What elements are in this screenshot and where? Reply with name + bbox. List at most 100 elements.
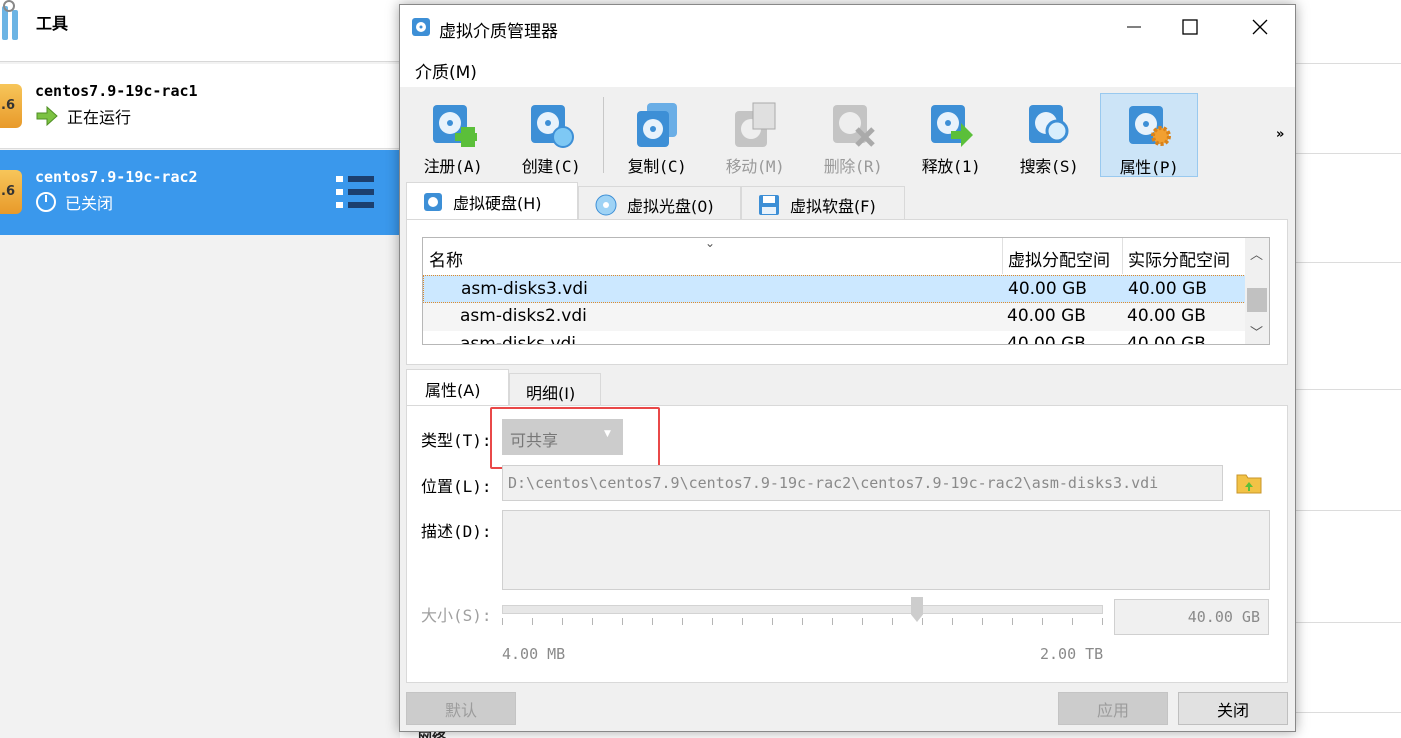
slider-tick bbox=[1072, 618, 1073, 625]
close-button[interactable]: 关闭 bbox=[1178, 692, 1288, 725]
disk-actual-size: 40.00 GB bbox=[1127, 334, 1206, 345]
slider-tick bbox=[862, 618, 863, 625]
disk-name: asm-disks3.vdi bbox=[461, 279, 588, 299]
type-label: 类型(T): bbox=[421, 431, 492, 450]
tab-label: 明细(I) bbox=[526, 383, 576, 403]
tab-floppy-disks[interactable]: 虚拟软盘(F) bbox=[741, 186, 905, 222]
copy-button[interactable]: 复制(C) bbox=[612, 93, 702, 177]
virtual-media-manager-dialog: 虚拟介质管理器 介质(M) 注册(A) 创建(C) 复制(C) 移动(M) 删除… bbox=[399, 4, 1296, 732]
slider-tick bbox=[1042, 618, 1043, 625]
slider-tick bbox=[982, 618, 983, 625]
location-field[interactable]: D:\centos\centos7.9\centos7.9-19c-rac2\c… bbox=[502, 465, 1223, 501]
create-label: 创建(C) bbox=[521, 157, 581, 176]
slider-tick bbox=[592, 618, 593, 625]
os-badge-icon: .6 bbox=[0, 84, 22, 128]
copy-disk-icon bbox=[637, 103, 677, 147]
search-button[interactable]: 搜索(S) bbox=[1004, 93, 1094, 177]
annotation-highlight-box bbox=[490, 407, 660, 469]
disk-virtual-size: 40.00 GB bbox=[1007, 306, 1086, 326]
reset-button[interactable]: 默认 bbox=[406, 692, 516, 725]
menu-bar: 介质(M) bbox=[400, 49, 1295, 87]
create-button[interactable]: 创建(C) bbox=[506, 93, 596, 177]
maximize-button[interactable] bbox=[1166, 5, 1214, 49]
size-field[interactable]: 40.00 GB bbox=[1114, 599, 1269, 635]
column-virtual-size[interactable]: 虚拟分配空间 bbox=[1002, 238, 1121, 274]
properties-label: 属性(P) bbox=[1119, 158, 1179, 177]
size-label: 大小(S): bbox=[421, 606, 492, 625]
vm-item-rac2[interactable]: .6 centos7.9-19c-rac2 已关闭 bbox=[0, 150, 400, 235]
toolbar-overflow-icon[interactable]: » bbox=[1276, 127, 1284, 142]
delete-disk-icon bbox=[833, 105, 875, 147]
release-label: 释放(1) bbox=[921, 157, 981, 176]
table-row[interactable]: asm-disks3.vdi 40.00 GB 40.00 GB bbox=[423, 275, 1246, 303]
os-badge-icon: .6 bbox=[0, 170, 22, 214]
copy-label: 复制(C) bbox=[627, 157, 687, 176]
vm-name: centos7.9-19c-rac1 bbox=[35, 82, 198, 100]
tools-label: 工具 bbox=[36, 14, 69, 33]
search-label: 搜索(S) bbox=[1019, 157, 1079, 176]
create-disk-icon bbox=[531, 105, 574, 148]
apply-button[interactable]: 应用 bbox=[1058, 692, 1168, 725]
vm-status-text: 正在运行 bbox=[67, 108, 132, 127]
description-field[interactable] bbox=[502, 510, 1270, 590]
properties-disk-icon bbox=[1129, 106, 1171, 146]
power-off-icon bbox=[36, 192, 56, 212]
tab-hard-disks[interactable]: 虚拟硬盘(H) bbox=[406, 182, 578, 220]
menu-media[interactable]: 介质(M) bbox=[415, 58, 477, 83]
size-slider-track[interactable] bbox=[502, 605, 1103, 614]
minimize-icon bbox=[1127, 26, 1141, 28]
dialog-title: 虚拟介质管理器 bbox=[439, 22, 558, 42]
register-button[interactable]: 注册(A) bbox=[408, 93, 498, 177]
tab-properties[interactable]: 属性(A) bbox=[406, 369, 509, 407]
slider-tick bbox=[772, 618, 773, 625]
size-slider-ticks bbox=[502, 618, 1103, 626]
list-scrollbar[interactable]: ︿ ﹀ bbox=[1245, 238, 1269, 344]
slider-tick bbox=[742, 618, 743, 625]
minimize-button[interactable] bbox=[1110, 5, 1158, 49]
slider-tick bbox=[622, 618, 623, 625]
tab-label: 虚拟软盘(F) bbox=[790, 196, 876, 216]
disk-actual-size: 40.00 GB bbox=[1127, 306, 1206, 326]
vm-menu-icon[interactable] bbox=[336, 174, 374, 210]
vm-status: 已关闭 bbox=[35, 190, 113, 214]
disk-actual-size: 40.00 GB bbox=[1128, 279, 1207, 299]
delete-button[interactable]: 删除(R) bbox=[808, 93, 898, 177]
move-label: 移动(M) bbox=[725, 157, 785, 176]
column-name[interactable]: 名称 bbox=[429, 246, 463, 271]
disk-table[interactable]: ⌄ 名称 虚拟分配空间 实际分配空间 asm-disks3.vdi 40.00 … bbox=[422, 237, 1270, 345]
close-window-button[interactable] bbox=[1236, 5, 1284, 49]
table-row[interactable]: asm-disks2.vdi 40.00 GB 40.00 GB bbox=[423, 303, 1246, 331]
scrollbar-thumb[interactable] bbox=[1247, 288, 1267, 312]
tab-optical-disks[interactable]: 虚拟光盘(0) bbox=[578, 186, 741, 222]
toolbar-separator bbox=[603, 97, 604, 173]
table-row[interactable]: asm-disks.vdi 40.00 GB 40.00 GB bbox=[423, 331, 1246, 345]
vm-name: centos7.9-19c-rac2 bbox=[35, 168, 198, 186]
tab-label: 属性(A) bbox=[425, 380, 481, 400]
tools-item[interactable]: 工具 bbox=[0, 0, 400, 62]
table-header: ⌄ 名称 虚拟分配空间 实际分配空间 bbox=[423, 238, 1246, 274]
delete-label: 删除(R) bbox=[823, 157, 883, 176]
media-manager-icon bbox=[412, 18, 430, 36]
folder-icon[interactable] bbox=[1236, 469, 1262, 495]
size-min-label: 4.00 MB bbox=[502, 645, 566, 663]
release-button[interactable]: 释放(1) bbox=[906, 93, 996, 177]
register-label: 注册(A) bbox=[423, 157, 483, 176]
vm-item-rac1[interactable]: .6 centos7.9-19c-rac1 正在运行 bbox=[0, 64, 400, 149]
disk-virtual-size: 40.00 GB bbox=[1008, 279, 1087, 299]
slider-tick bbox=[562, 618, 563, 625]
scroll-down-icon[interactable]: ﹀ bbox=[1250, 322, 1263, 341]
running-arrow-icon bbox=[36, 106, 58, 126]
slider-tick bbox=[952, 618, 953, 625]
close-icon bbox=[1252, 19, 1268, 35]
slider-tick bbox=[682, 618, 683, 625]
slider-tick bbox=[802, 618, 803, 625]
properties-button[interactable]: 属性(P) bbox=[1100, 93, 1198, 177]
column-actual-size[interactable]: 实际分配空间 bbox=[1122, 238, 1243, 274]
tab-label: 虚拟硬盘(H) bbox=[453, 193, 542, 213]
slider-tick bbox=[922, 618, 923, 625]
scroll-up-icon[interactable]: ︿ bbox=[1250, 244, 1263, 263]
tab-details[interactable]: 明细(I) bbox=[509, 373, 601, 409]
disk-virtual-size: 40.00 GB bbox=[1007, 334, 1086, 345]
move-button[interactable]: 移动(M) bbox=[710, 93, 800, 177]
slider-tick bbox=[1012, 618, 1013, 625]
